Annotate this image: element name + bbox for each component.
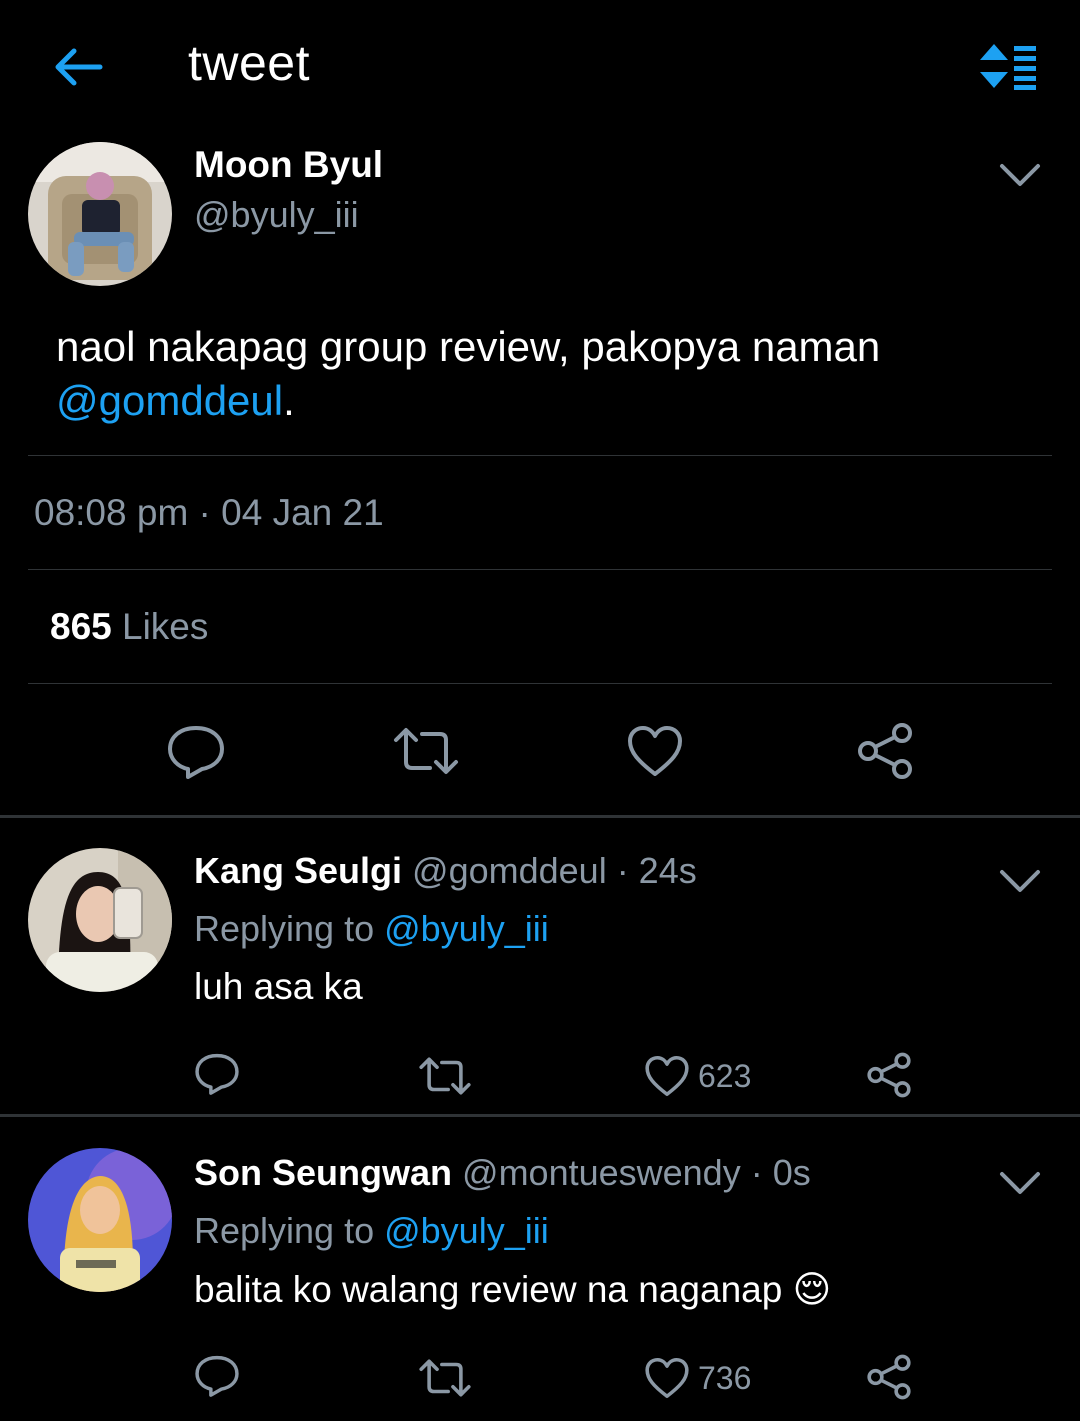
share-icon: [858, 723, 912, 779]
reply-icon: [195, 1053, 239, 1095]
heart-icon: [628, 726, 682, 776]
reply-options-button[interactable]: [998, 866, 1042, 896]
divider: [28, 569, 1052, 570]
share-icon: [867, 1354, 911, 1400]
retweet-button[interactable]: [392, 726, 460, 781]
reply-header: Kang Seulgi @gomddeul · 24s: [194, 850, 697, 892]
reply-meta: @montueswendy · 0s: [452, 1152, 811, 1193]
retweet-icon: [419, 1057, 471, 1095]
reply-icon: [195, 1355, 239, 1397]
avatar[interactable]: [28, 848, 172, 992]
share-icon: [867, 1052, 911, 1098]
like-button[interactable]: [644, 1356, 690, 1405]
reply-author-name[interactable]: Son Seungwan: [194, 1152, 452, 1193]
top-bar: tweet: [0, 0, 1080, 130]
avatar[interactable]: [28, 142, 172, 286]
reply-icon: [168, 726, 224, 779]
tweet-timestamp: 08:08 pm · 04 Jan 21: [34, 492, 384, 533]
tweet-text: naol nakapag group review, pakopya naman…: [56, 320, 1036, 428]
reply-text: luh asa ka: [194, 966, 363, 1007]
likes-count: 865: [50, 606, 112, 647]
retweet-button[interactable]: [418, 1056, 472, 1101]
like-count: 736: [698, 1360, 752, 1396]
like-button[interactable]: [644, 1054, 690, 1103]
replying-to: Replying to @byuly_iii: [194, 1210, 549, 1252]
back-arrow-icon: [55, 48, 103, 86]
likes-label: Likes: [111, 606, 209, 647]
share-button[interactable]: [866, 1052, 912, 1103]
mention-link[interactable]: @gomddeul: [56, 377, 283, 424]
author-handle[interactable]: @byuly_iii: [194, 194, 359, 236]
avatar[interactable]: [28, 1148, 172, 1292]
replying-to-label: Replying to: [194, 908, 385, 949]
chevron-down-icon: [1000, 164, 1040, 186]
likes-stat[interactable]: 865 Likes: [50, 606, 208, 648]
share-button[interactable]: [856, 722, 914, 785]
retweet-icon: [419, 1359, 471, 1397]
tweet-body-end: .: [283, 377, 295, 424]
reply-button[interactable]: [194, 1052, 240, 1101]
like-count: 623: [698, 1058, 752, 1094]
tweet-options-button[interactable]: [998, 160, 1042, 190]
share-button[interactable]: [866, 1354, 912, 1405]
reply-meta: @gomddeul · 24s: [402, 850, 697, 891]
reply-options-button[interactable]: [998, 1168, 1042, 1198]
author-name[interactable]: Moon Byul: [194, 144, 383, 186]
reply-header: Son Seungwan @montueswendy · 0s: [194, 1152, 811, 1194]
sort-button[interactable]: [978, 42, 1040, 90]
reply-button[interactable]: [166, 724, 226, 785]
like-button[interactable]: [626, 724, 684, 783]
reply-text: balita ko walang review na naganap 😌: [194, 1269, 832, 1310]
chevron-down-icon: [1000, 870, 1040, 892]
retweet-button[interactable]: [418, 1358, 472, 1403]
divider: [0, 815, 1080, 818]
divider: [28, 455, 1052, 456]
heart-icon: [645, 1055, 689, 1097]
divider: [28, 683, 1052, 684]
replying-to-handle[interactable]: @byuly_iii: [384, 1210, 549, 1251]
reply-button[interactable]: [194, 1354, 240, 1403]
tweet-body: naol nakapag group review, pakopya naman: [56, 323, 881, 370]
reply-author-name[interactable]: Kang Seulgi: [194, 850, 402, 891]
sort-icon: [980, 44, 1036, 90]
replying-to: Replying to @byuly_iii: [194, 908, 549, 950]
divider: [0, 1114, 1080, 1117]
page-title: tweet: [188, 35, 311, 91]
back-button[interactable]: [50, 42, 106, 92]
retweet-icon: [394, 728, 458, 774]
replying-to-label: Replying to: [194, 1210, 385, 1251]
replying-to-handle[interactable]: @byuly_iii: [384, 908, 549, 949]
heart-icon: [645, 1357, 689, 1399]
chevron-down-icon: [1000, 1172, 1040, 1194]
